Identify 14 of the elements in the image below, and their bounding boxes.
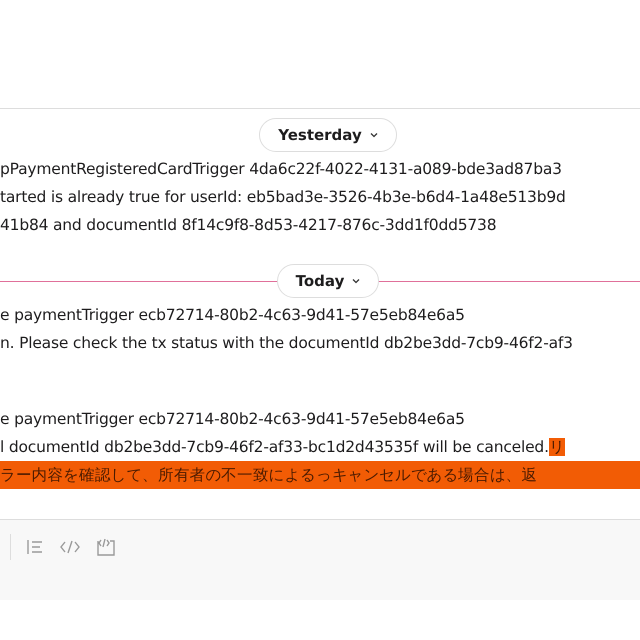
message-text: pPaymentRegisteredCardTrigger 4da6c22f-4022-4131-a089-bde3ad87ba3 xyxy=(0,159,563,180)
chevron-down-icon xyxy=(370,132,378,138)
message-text: e paymentTrigger ecb72714-80b2-4c63-9d41-57e5eb84e6a5 xyxy=(0,305,466,326)
message-text: 41b84 and documentId 8f14c9f8-8d53-4217-876c-3dd1f0dd5738 xyxy=(0,215,498,236)
code-block-icon[interactable] xyxy=(95,536,117,558)
chevron-down-icon xyxy=(352,278,360,284)
list-icon[interactable] xyxy=(25,537,45,557)
message-text: l documentId db2be3dd-7cb9-46f2-af33-bc1d2d43535f will be canceled.リ xyxy=(0,437,566,458)
date-divider-button[interactable]: Yesterday xyxy=(259,118,397,152)
message-text: n. Please check the tx status with the documentId db2be3dd-7cb9-46f2-af3 xyxy=(0,333,574,354)
date-divider-button[interactable]: Today xyxy=(276,264,380,298)
message-text: ラー内容を確認して、所有者の不一致によるっキャンセルである場合は、返 xyxy=(0,461,640,489)
message-text: e paymentTrigger ecb72714-80b2-4c63-9d41-57e5eb84e6a5 xyxy=(0,409,466,430)
message-text: tarted is already true for userId: eb5bad3e-3526-4b3e-b6d4-1a48e513b9d xyxy=(0,187,567,208)
